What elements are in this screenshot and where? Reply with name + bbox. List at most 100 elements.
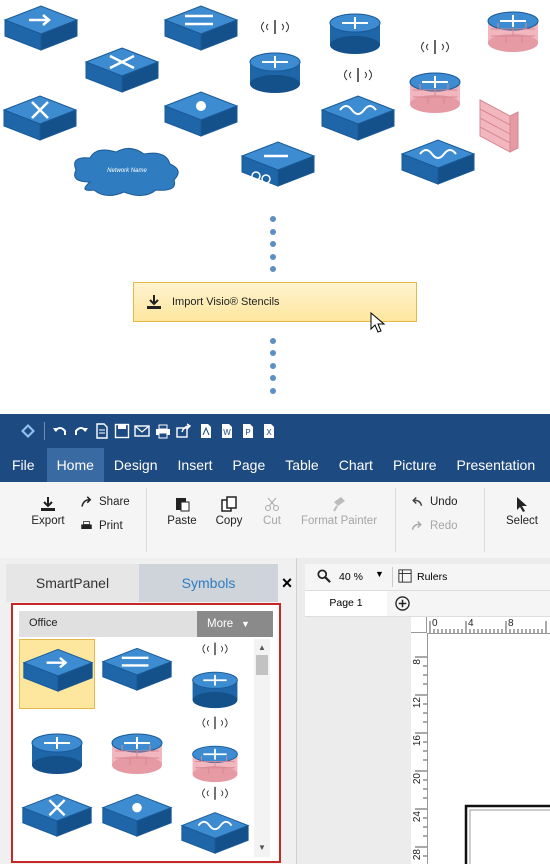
layer3-switch-shape: [3, 95, 77, 141]
paste-icon: [176, 498, 190, 512]
ribbon-separator: [395, 488, 396, 552]
ruler-label: 20: [412, 773, 423, 785]
menu-presentation[interactable]: Presentation: [447, 448, 546, 482]
router-shape: [329, 13, 381, 55]
library-scrollbar[interactable]: ▲ ▼: [254, 639, 270, 857]
drawing-page[interactable]: [428, 634, 550, 864]
export-button[interactable]: Export: [28, 496, 68, 527]
select-button[interactable]: Select: [502, 496, 542, 527]
add-page-icon[interactable]: [395, 596, 410, 611]
symbol-switch[interactable]: [19, 639, 95, 709]
ruler-corner: [411, 617, 427, 633]
network-shapes-graphic: Network Name: [3, 5, 539, 196]
paste-label: Paste: [167, 515, 197, 527]
symbol-library: Office More ▼ ▲ ▼: [11, 603, 281, 863]
symbol-router[interactable]: [19, 713, 95, 783]
symbol-wireless-firewall-router[interactable]: [177, 713, 253, 783]
cut-button[interactable]: Cut: [258, 496, 286, 527]
ruler-label: 28: [412, 849, 423, 861]
redo-arrow-icon: [411, 520, 422, 530]
menu-file[interactable]: File: [0, 448, 47, 482]
redo-button[interactable]: Redo: [410, 520, 458, 532]
menu-bar: File Home Design Insert Page Table Chart…: [0, 448, 550, 482]
pointer-icon: [517, 497, 527, 512]
rulers-icon: [398, 569, 412, 583]
menu-table[interactable]: Table: [275, 448, 328, 482]
symbol-wireless-bridge[interactable]: [177, 785, 253, 855]
share-button[interactable]: Share: [80, 496, 130, 508]
menu-page[interactable]: Page: [223, 448, 276, 482]
print-button[interactable]: Print: [80, 520, 123, 532]
symbol-layer3-switch[interactable]: [19, 785, 95, 855]
share-label: Share: [99, 496, 130, 508]
switch-icon: [23, 648, 93, 692]
copy-icon: [221, 496, 237, 512]
print-label: Print: [99, 520, 123, 532]
menu-chart[interactable]: Chart: [329, 448, 383, 482]
symbol-firewall-router[interactable]: [99, 713, 175, 783]
format-painter-button[interactable]: Format Painter: [300, 496, 378, 527]
export-excel-icon[interactable]: X: [261, 423, 277, 439]
library-name[interactable]: Office: [29, 617, 58, 629]
printer-icon: [81, 521, 92, 529]
svg-text:P: P: [245, 428, 250, 437]
hub-icon: [102, 793, 172, 837]
scrollbar-thumb[interactable]: [256, 655, 268, 675]
share-icon[interactable]: [176, 423, 192, 439]
paste-button[interactable]: Paste: [164, 496, 200, 527]
ruler-label: 0: [432, 618, 438, 629]
ruler-label: 8: [412, 659, 423, 665]
library-header: Office More ▼: [19, 611, 273, 637]
export-word-icon[interactable]: W: [219, 423, 235, 439]
close-panel-icon[interactable]: ×: [278, 564, 296, 602]
zoom-value[interactable]: 40 %: [339, 571, 363, 583]
print-icon[interactable]: [155, 423, 171, 439]
zoom-icon[interactable]: [317, 569, 331, 583]
symbol-multilayer-switch[interactable]: [99, 639, 175, 709]
new-file-icon[interactable]: [94, 423, 110, 439]
undo-button[interactable]: Undo: [410, 496, 458, 508]
undo-icon[interactable]: [52, 423, 68, 439]
menu-home[interactable]: Home: [46, 448, 104, 482]
copy-label: Copy: [215, 515, 243, 527]
menu-picture[interactable]: Picture: [383, 448, 447, 482]
multilayer-switch-icon: [102, 647, 172, 691]
wireless-bridge-icon: [181, 786, 249, 854]
ruler-label: 8: [508, 618, 514, 629]
format-painter-label: Format Painter: [300, 515, 378, 527]
page-tabs: Page 1: [305, 591, 550, 617]
zoom-dropdown-icon[interactable]: ▼: [375, 569, 384, 579]
menu-design[interactable]: Design: [104, 448, 168, 482]
ruler-label: 16: [412, 735, 423, 747]
more-button[interactable]: More ▼: [197, 611, 273, 637]
ruler-label: 4: [468, 618, 474, 629]
menu-insert[interactable]: Insert: [168, 448, 223, 482]
symbol-hub[interactable]: [99, 785, 175, 855]
export-pdf-icon[interactable]: [198, 423, 214, 439]
ruler-label: 12: [412, 697, 423, 709]
page-tab-1[interactable]: Page 1: [305, 591, 387, 616]
redo-label: Redo: [430, 520, 458, 532]
ruler-label: 24: [412, 811, 423, 823]
export-ppt-icon[interactable]: P: [240, 423, 256, 439]
email-icon[interactable]: [134, 423, 150, 439]
save-icon[interactable]: [114, 423, 130, 439]
wlan-switch-shape: [401, 139, 475, 185]
scroll-down-icon[interactable]: ▼: [258, 843, 266, 852]
switch-shape-1: [4, 5, 78, 51]
share-arrow-icon: [81, 496, 92, 507]
svg-text:W: W: [223, 428, 231, 437]
export-label: Export: [31, 515, 65, 527]
symbol-wireless-router[interactable]: [177, 639, 253, 709]
wireless-router-icon: [191, 641, 239, 709]
format-painter-icon: [333, 497, 345, 512]
rulers-toggle[interactable]: Rulers: [417, 571, 447, 583]
tab-symbols[interactable]: Symbols: [139, 564, 278, 602]
tab-smartpanel[interactable]: SmartPanel: [6, 564, 139, 602]
layer3-switch-icon: [22, 793, 92, 837]
cloud-label: Network Name: [107, 168, 147, 174]
undo-label: Undo: [430, 496, 458, 508]
scroll-up-icon[interactable]: ▲: [258, 643, 266, 652]
redo-icon[interactable]: [73, 423, 89, 439]
copy-button[interactable]: Copy: [212, 496, 246, 527]
